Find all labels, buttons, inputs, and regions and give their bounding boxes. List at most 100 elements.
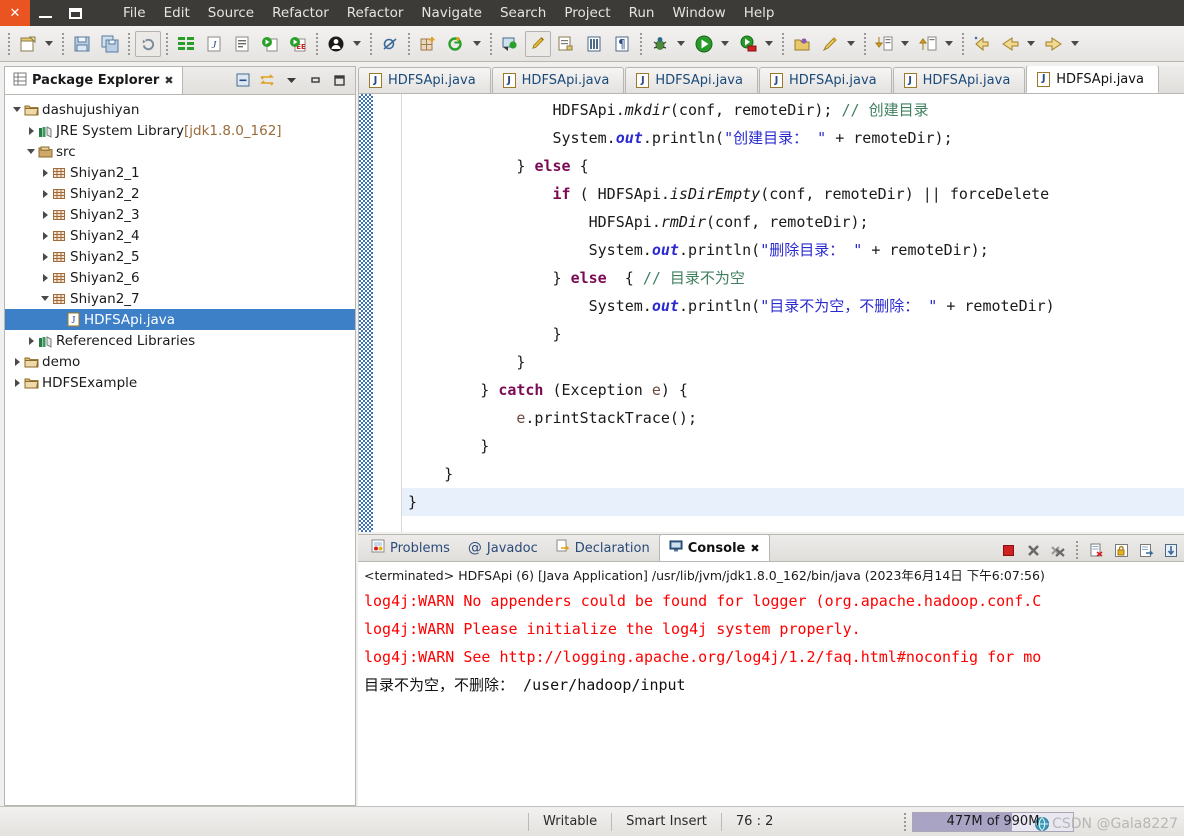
new-package-icon[interactable] [443,31,469,57]
step-return-icon[interactable] [915,31,941,57]
new-package-caret[interactable] [470,31,484,57]
chevron-right-icon[interactable] [39,252,51,261]
link-with-editor-icon[interactable] [257,71,277,91]
tree-item-referenced-libraries[interactable]: Referenced Libraries [5,330,355,351]
menu-window[interactable]: Window [663,2,734,24]
skip-breakpoints-icon[interactable] [377,31,403,57]
editor-tab-6-active[interactable]: J HDFSApi.java [1026,66,1159,93]
tab-package-explorer[interactable]: Package Explorer ✖ [5,67,183,94]
tree-item-shiyan2-4[interactable]: Shiyan2_4 [5,225,355,246]
profile-icon[interactable] [323,31,349,57]
menu-run[interactable]: Run [620,2,664,24]
save-icon[interactable] [69,31,95,57]
remove-all-launches-icon[interactable] [1047,539,1069,561]
tree-item-src[interactable]: src [5,141,355,162]
forward-caret[interactable] [1068,31,1082,57]
code-line[interactable]: } [402,432,1184,460]
external-tools-icon[interactable]: EE [285,31,311,57]
display-console-icon[interactable] [1160,539,1182,561]
run-caret[interactable] [718,31,732,57]
tree-item-demo[interactable]: demo [5,351,355,372]
tree-item-jre-system-library[interactable]: JRE System Library [jdk1.8.0_162] [5,120,355,141]
code-line[interactable]: System.out.println("删除目录： " + remoteDir)… [402,236,1184,264]
code-line[interactable]: System.out.println("创建目录： " + remoteDir)… [402,124,1184,152]
code-line[interactable]: } else { [402,152,1184,180]
search-caret[interactable] [844,31,858,57]
paragraph-icon[interactable]: ¶ [609,31,635,57]
terminate-icon[interactable] [997,539,1019,561]
code-line[interactable]: } catch (Exception e) { [402,376,1184,404]
editor-tab-4[interactable]: J HDFSApi.java [758,67,892,93]
tree-item-shiyan2-6[interactable]: Shiyan2_6 [5,267,355,288]
pin-console-icon[interactable] [1135,539,1157,561]
tree-item-shiyan2-5[interactable]: Shiyan2_5 [5,246,355,267]
menu-refactor-1[interactable]: Refactor [263,2,338,24]
toggle-mark-occurrences-icon[interactable] [525,30,551,57]
chevron-right-icon[interactable] [11,378,23,387]
open-type-icon[interactable] [497,31,523,57]
menu-refactor-2[interactable]: Refactor [338,2,413,24]
view-menu-icon[interactable] [281,71,301,91]
menu-help[interactable]: Help [735,2,784,24]
back-icon[interactable] [997,31,1023,57]
scroll-lock-icon[interactable] [1110,539,1132,561]
step-into-caret[interactable] [898,31,912,57]
code-line[interactable]: } [402,460,1184,488]
menu-source[interactable]: Source [199,2,263,24]
tree-item-hdfsapi-java[interactable]: J HDFSApi.java [5,309,355,330]
collapse-all-icon[interactable] [233,71,253,91]
step-into-icon[interactable] [871,31,897,57]
chevron-right-icon[interactable] [25,336,37,345]
chevron-right-icon[interactable] [39,168,51,177]
code-line[interactable]: System.out.println("目录不为空，不删除： " + remot… [402,292,1184,320]
menu-edit[interactable]: Edit [155,2,199,24]
code-line[interactable]: if ( HDFSApi.isDirEmpty(conf, remoteDir)… [402,180,1184,208]
close-icon[interactable]: ✖ [750,542,759,555]
menu-search[interactable]: Search [491,2,555,24]
tree-item-hdfsexample[interactable]: HDFSExample [5,372,355,393]
close-window-icon[interactable]: ✕ [0,0,30,26]
forward-icon[interactable] [1041,31,1067,57]
debug-caret[interactable] [674,31,688,57]
save-all-icon[interactable] [97,31,123,57]
tree-item-dashujushiyan[interactable]: dashujushiyan [5,99,355,120]
chevron-right-icon[interactable] [39,231,51,240]
debug-icon[interactable] [647,31,673,57]
code-line[interactable]: HDFSApi.mkdir(conf, remoteDir); // 创建目录 [402,96,1184,124]
minimize-window-icon[interactable] [30,0,60,26]
chevron-right-icon[interactable] [39,210,51,219]
maximize-window-icon[interactable] [60,0,90,26]
annotation-ruler[interactable] [359,94,373,532]
code-line[interactable]: e.printStackTrace(); [402,404,1184,432]
tab-declaration[interactable]: Declaration [547,535,659,561]
build-all-icon[interactable] [173,31,199,57]
chevron-right-icon[interactable] [39,189,51,198]
next-annotation-icon[interactable] [553,31,579,57]
chevron-down-icon[interactable] [11,107,23,112]
new-dropdown-caret[interactable] [42,31,56,57]
java-element-icon[interactable]: J [201,31,227,57]
source-code[interactable]: HDFSApi.mkdir(conf, remoteDir); // 创建目录 … [402,94,1184,532]
tree-item-shiyan2-3[interactable]: Shiyan2_3 [5,204,355,225]
back-history-icon[interactable] [969,31,995,57]
show-whitespace-icon[interactable] [581,31,607,57]
refresh-icon[interactable] [135,30,161,57]
menu-project[interactable]: Project [555,2,619,24]
open-resource-icon[interactable] [789,31,815,57]
run-config-caret[interactable] [762,31,776,57]
run-last-tool-icon[interactable] [257,31,283,57]
code-line[interactable]: } [402,348,1184,376]
chevron-down-icon[interactable] [39,296,51,301]
menu-navigate[interactable]: Navigate [412,2,491,24]
chevron-right-icon[interactable] [25,126,37,135]
menu-file[interactable]: File [114,2,155,24]
maximize-view-icon[interactable] [329,71,349,91]
chevron-right-icon[interactable] [39,273,51,282]
new-java-project-icon[interactable] [415,31,441,57]
tree-item-shiyan2-7[interactable]: Shiyan2_7 [5,288,355,309]
chevron-right-icon[interactable] [11,357,23,366]
search-icon[interactable] [817,31,843,57]
run-config-icon[interactable] [735,31,761,57]
back-caret[interactable] [1024,31,1038,57]
editor-tab-3[interactable]: J HDFSApi.java [625,67,758,93]
